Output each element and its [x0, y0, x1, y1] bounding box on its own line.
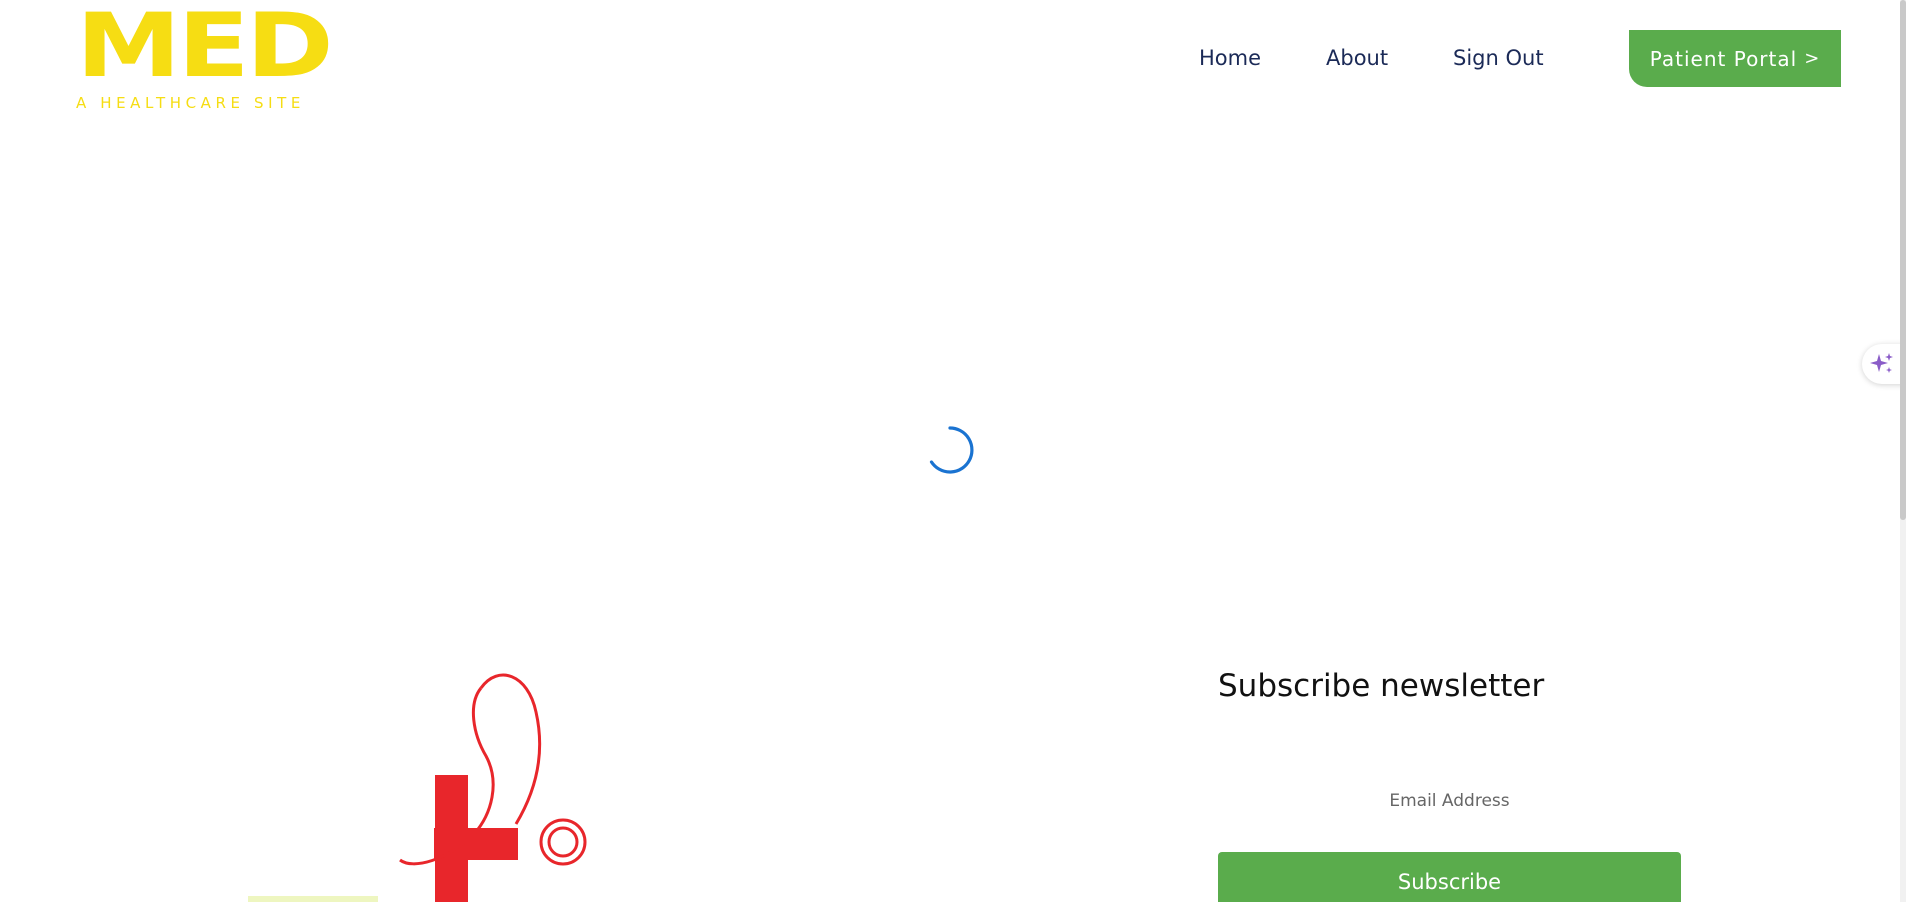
nav-about-link[interactable]: About: [1326, 46, 1388, 70]
patient-portal-label: Patient Portal: [1649, 46, 1798, 71]
logo-tagline: A HEALTHCARE SITE: [76, 94, 305, 112]
subscribe-button[interactable]: Subscribe: [1218, 852, 1681, 902]
page: MED A HEALTHCARE SITE Home About Sign Ou…: [0, 0, 1906, 902]
nav-home-link[interactable]: Home: [1199, 46, 1261, 70]
subscribe-button-label: Subscribe: [1397, 870, 1502, 894]
nav-sign-out-link[interactable]: Sign Out: [1453, 46, 1544, 70]
email-field[interactable]: [1218, 776, 1681, 826]
scrollbar-thumb[interactable]: [1900, 0, 1906, 520]
logo-mark: MED: [76, 0, 334, 97]
site-logo[interactable]: MED A HEALTHCARE SITE: [76, 2, 334, 113]
newsletter-title: Subscribe newsletter: [1218, 668, 1545, 704]
sparkle-icon: [1870, 353, 1893, 373]
patient-portal-button[interactable]: Patient Portal >: [1629, 30, 1841, 87]
medical-cross-logo: [248, 673, 587, 902]
chevron-right-icon: >: [1804, 48, 1821, 69]
loading-spinner-icon: [929, 426, 974, 474]
